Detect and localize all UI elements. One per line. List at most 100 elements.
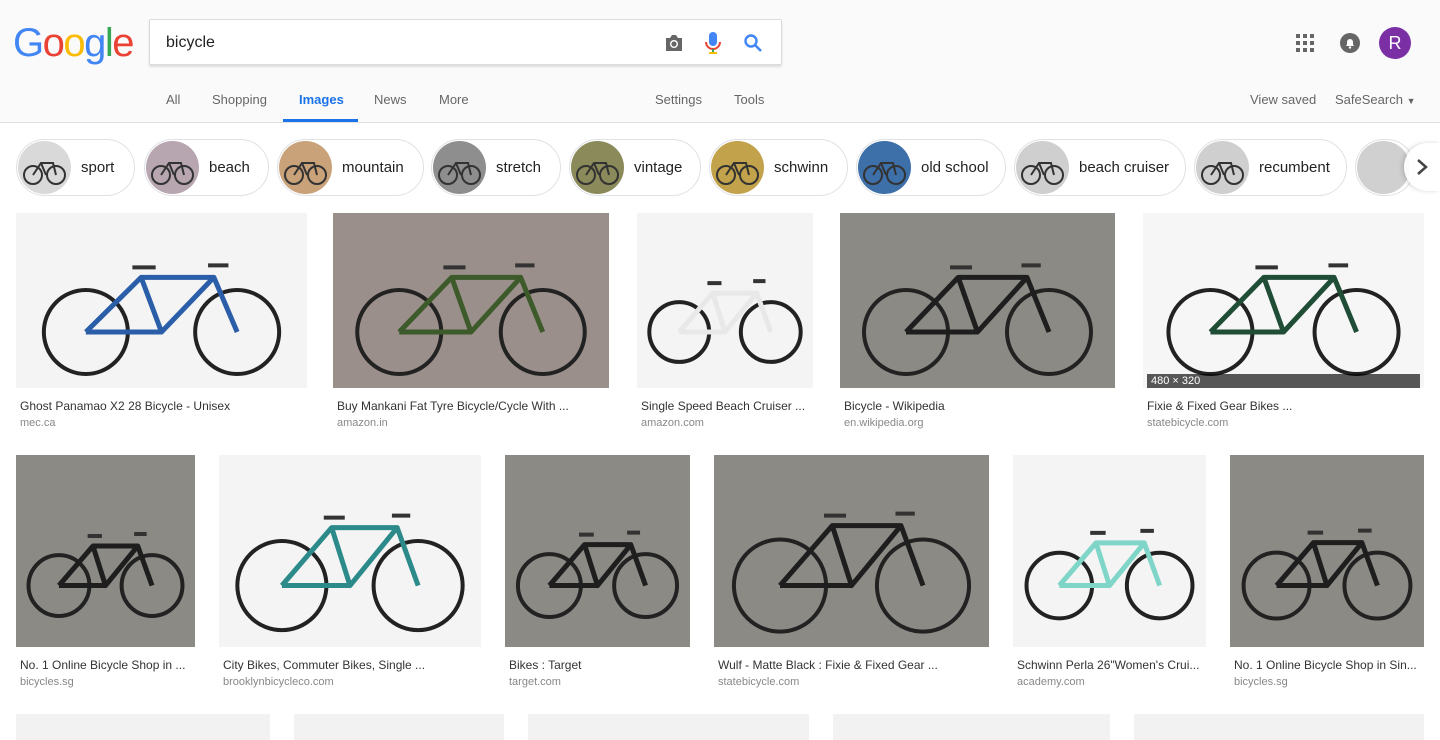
result-domain: brooklynbicycleco.com [223, 676, 334, 688]
search-icon[interactable] [740, 30, 766, 56]
active-tab-indicator [283, 119, 358, 122]
result-thumbnail[interactable] [1230, 455, 1424, 647]
result-title[interactable]: Ghost Panamao X2 28 Bicycle - Unisex [20, 399, 303, 413]
chip-thumbnail [433, 141, 486, 194]
image-result-partial[interactable] [528, 714, 809, 740]
result-thumbnail[interactable] [333, 213, 609, 388]
microphone-icon[interactable] [700, 30, 726, 56]
result-thumbnail[interactable] [833, 714, 1110, 740]
image-result[interactable]: No. 1 Online Bicycle Shop in ... bicycles… [16, 455, 195, 697]
tab-settings[interactable]: Settings [655, 92, 702, 107]
header: Google R All Shopping Images News More S… [0, 0, 1440, 123]
chip-thumbnail [571, 141, 624, 194]
result-thumbnail[interactable] [294, 714, 504, 740]
chip-old-school[interactable]: old school [856, 139, 1006, 196]
chip-label: mountain [342, 159, 404, 176]
chip-thumbnail [1357, 141, 1410, 194]
caret-down-icon: ▼ [1406, 96, 1416, 106]
image-result-partial[interactable] [1134, 714, 1424, 740]
result-thumbnail[interactable] [16, 714, 270, 740]
chip-thumbnail [146, 141, 199, 194]
result-title[interactable]: Fixie & Fixed Gear Bikes ... [1147, 399, 1420, 413]
chip-thumbnail [858, 141, 911, 194]
result-title[interactable]: Wulf - Matte Black : Fixie & Fixed Gear … [718, 658, 985, 672]
chip-stretch[interactable]: stretch [431, 139, 561, 196]
result-title[interactable]: Schwinn Perla 26"Women's Crui... [1017, 658, 1202, 672]
result-thumbnail[interactable] [840, 213, 1115, 388]
apps-grid-icon[interactable] [1290, 28, 1320, 58]
result-thumbnail[interactable] [219, 455, 481, 647]
image-dimensions-label: 480 × 320 [1147, 374, 1420, 388]
tab-all[interactable]: All [166, 92, 180, 107]
chip-recumbent[interactable]: recumbent [1194, 139, 1347, 196]
result-thumbnail[interactable]: 480 × 320 [1143, 213, 1424, 388]
result-domain: en.wikipedia.org [844, 417, 924, 429]
safesearch-dropdown[interactable]: SafeSearch ▼ [1335, 92, 1415, 107]
result-thumbnail[interactable] [16, 213, 307, 388]
chip-label: sport [81, 159, 115, 176]
result-domain: statebicycle.com [1147, 417, 1229, 429]
tab-more[interactable]: More [439, 92, 469, 107]
result-thumbnail[interactable] [505, 455, 690, 647]
image-result[interactable]: Schwinn Perla 26"Women's Crui... academy.… [1013, 455, 1206, 697]
chip-thumbnail [711, 141, 764, 194]
chip-thumbnail [18, 141, 71, 194]
image-result-partial[interactable] [16, 714, 270, 740]
search-input[interactable] [166, 30, 646, 56]
result-domain: target.com [509, 676, 561, 688]
result-thumbnail[interactable] [16, 455, 195, 647]
chip-thumbnail [1016, 141, 1069, 194]
image-result[interactable]: Buy Mankani Fat Tyre Bicycle/Cycle With … [333, 213, 609, 438]
chip-schwinn[interactable]: schwinn [709, 139, 848, 196]
image-result[interactable]: No. 1 Online Bicycle Shop in Sin... bicyc… [1230, 455, 1424, 697]
image-result-partial[interactable] [833, 714, 1110, 740]
result-title[interactable]: Single Speed Beach Cruiser ... [641, 399, 809, 413]
image-result[interactable]: Single Speed Beach Cruiser ... amazon.com [637, 213, 813, 438]
result-thumbnail[interactable] [637, 213, 813, 388]
image-result[interactable]: Bicycle - Wikipedia en.wikipedia.org [840, 213, 1115, 438]
google-logo[interactable]: Google [13, 20, 134, 66]
result-domain: amazon.in [337, 417, 388, 429]
chip-vintage[interactable]: vintage [569, 139, 701, 196]
view-saved-link[interactable]: View saved [1250, 92, 1316, 107]
tab-news[interactable]: News [374, 92, 407, 107]
result-domain: mec.ca [20, 417, 56, 429]
notifications-bell-icon[interactable] [1335, 28, 1365, 58]
result-domain: statebicycle.com [718, 676, 800, 688]
result-title[interactable]: Bikes : Target [509, 658, 686, 672]
image-result-partial[interactable] [294, 714, 504, 740]
chip-sport[interactable]: sport [16, 139, 135, 196]
result-title[interactable]: No. 1 Online Bicycle Shop in ... [20, 658, 191, 672]
result-thumbnail[interactable] [528, 714, 809, 740]
image-result[interactable]: 480 × 320 Fixie & Fixed Gear Bikes ... sta… [1143, 213, 1424, 438]
search-box[interactable] [149, 19, 782, 65]
chip-thumbnail [279, 141, 332, 194]
chip-label: beach [209, 159, 250, 176]
chip-label: vintage [634, 159, 683, 176]
chip-label: schwinn [774, 159, 829, 176]
result-thumbnail[interactable] [1013, 455, 1206, 647]
image-result[interactable]: Bikes : Target target.com [505, 455, 690, 697]
result-thumbnail[interactable] [714, 455, 989, 647]
chip-mountain[interactable]: mountain [277, 139, 424, 196]
image-result[interactable]: Wulf - Matte Black : Fixie & Fixed Gear … [714, 455, 989, 697]
chip-thumbnail [1196, 141, 1249, 194]
chip-beach[interactable]: beach [144, 139, 269, 196]
image-result[interactable]: Ghost Panamao X2 28 Bicycle - Unisex mec.… [16, 213, 307, 438]
image-result[interactable]: City Bikes, Commuter Bikes, Single ... br… [219, 455, 481, 697]
result-title[interactable]: Buy Mankani Fat Tyre Bicycle/Cycle With … [337, 399, 605, 413]
result-domain: academy.com [1017, 676, 1085, 688]
chip-label: beach cruiser [1079, 159, 1170, 176]
result-title[interactable]: No. 1 Online Bicycle Shop in Sin... [1234, 658, 1420, 672]
result-title[interactable]: Bicycle - Wikipedia [844, 399, 1111, 413]
tab-shopping[interactable]: Shopping [212, 92, 267, 107]
result-thumbnail[interactable] [1134, 714, 1424, 740]
result-domain: bicycles.sg [20, 676, 74, 688]
chip-beach-cruiser[interactable]: beach cruiser [1014, 139, 1186, 196]
avatar[interactable]: R [1379, 27, 1411, 59]
result-title[interactable]: City Bikes, Commuter Bikes, Single ... [223, 658, 477, 672]
tab-images[interactable]: Images [299, 92, 344, 107]
tab-tools[interactable]: Tools [734, 92, 764, 107]
camera-icon[interactable] [661, 30, 687, 56]
safesearch-label: SafeSearch [1335, 92, 1403, 107]
